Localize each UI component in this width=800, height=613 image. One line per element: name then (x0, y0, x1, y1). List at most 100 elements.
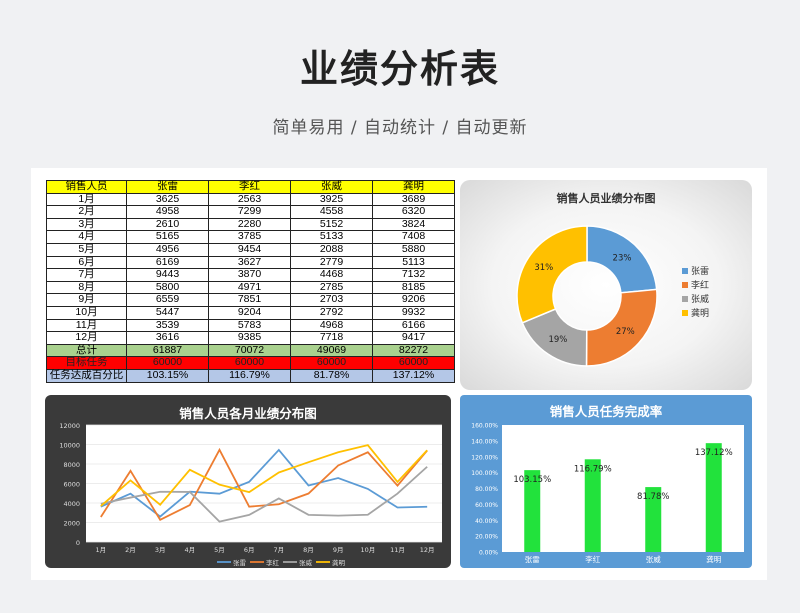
legend-swatch (682, 310, 688, 316)
value-cell[interactable]: 4468 (290, 268, 373, 282)
value-cell[interactable]: 2792 (290, 305, 373, 320)
value-cell[interactable]: 5133 (290, 230, 373, 244)
value-cell[interactable]: 3627 (208, 255, 291, 270)
table-header-row: 销售人员 张雷 李红 张威 龚明 (46, 180, 455, 194)
value-cell[interactable]: 龚明 (372, 180, 455, 194)
value-cell[interactable]: 2088 (290, 242, 373, 257)
value-cell[interactable]: 张威 (290, 180, 373, 194)
row-label-cell[interactable]: 12月 (46, 331, 127, 345)
value-cell[interactable]: 4956 (126, 242, 209, 257)
value-cell[interactable]: 6320 (372, 205, 455, 219)
value-cell[interactable]: 9443 (126, 268, 209, 282)
row-label-cell[interactable]: 4月 (46, 230, 127, 244)
value-cell[interactable]: 3870 (208, 268, 291, 282)
value-cell[interactable]: 李红 (208, 180, 291, 194)
row-label-cell[interactable]: 9月 (46, 293, 127, 307)
value-cell[interactable]: 9932 (372, 305, 455, 320)
value-cell[interactable]: 5165 (126, 230, 209, 244)
bar-chart-panel[interactable]: 销售人员任务完成率 0.00% 20.00% 40.00% 60.00% 80.00% 1… (460, 395, 752, 568)
value-cell[interactable]: 2563 (208, 192, 291, 207)
value-cell[interactable]: 70072 (208, 343, 291, 358)
value-cell[interactable]: 张雷 (126, 180, 209, 194)
value-cell[interactable]: 60000 (372, 356, 455, 370)
value-cell[interactable]: 60000 (208, 356, 291, 370)
value-cell[interactable]: 3616 (126, 331, 209, 345)
value-cell[interactable]: 2610 (126, 217, 209, 232)
y-tick-label: 10000 (59, 442, 80, 450)
x-tick-label: 11月 (390, 546, 405, 554)
row-label-cell[interactable]: 11月 (46, 318, 127, 333)
value-cell[interactable]: 6169 (126, 255, 209, 270)
value-cell[interactable]: 6166 (372, 318, 455, 333)
table-row: 3月 2610 2280 5152 3824 (46, 217, 455, 232)
row-label-cell[interactable]: 任务达成百分比 (46, 368, 127, 383)
row-label-cell[interactable]: 8月 (46, 280, 127, 295)
value-cell[interactable]: 4968 (290, 318, 373, 333)
value-cell[interactable]: 5783 (208, 318, 291, 333)
value-cell[interactable]: 3689 (372, 192, 455, 207)
value-cell[interactable]: 5880 (372, 242, 455, 257)
value-cell[interactable]: 9385 (208, 331, 291, 345)
value-cell[interactable]: 2703 (290, 293, 373, 307)
row-label-cell[interactable]: 总计 (46, 343, 127, 358)
row-label-cell[interactable]: 3月 (46, 217, 127, 232)
value-cell[interactable]: 61887 (126, 343, 209, 358)
row-label-cell[interactable]: 1月 (46, 192, 127, 207)
value-cell[interactable]: 7718 (290, 331, 373, 345)
value-cell[interactable]: 82272 (372, 343, 455, 358)
value-cell[interactable]: 9417 (372, 331, 455, 345)
page-subtitle: 简单易用 / 自动统计 / 自动更新 (272, 118, 528, 138)
value-cell[interactable]: 4558 (290, 205, 373, 219)
page-title: 业绩分析表 (299, 47, 500, 91)
row-label-cell[interactable]: 5月 (46, 242, 127, 257)
target-row: 目标任务 60000 60000 60000 60000 (46, 356, 455, 370)
value-cell[interactable]: 7299 (208, 205, 291, 219)
value-cell[interactable]: 3925 (290, 192, 373, 207)
value-cell[interactable]: 3824 (372, 217, 455, 232)
x-tick-label: 4月 (185, 546, 196, 554)
value-cell[interactable]: 5113 (372, 255, 455, 270)
row-label-cell[interactable]: 10月 (46, 305, 127, 320)
value-cell[interactable]: 6559 (126, 293, 209, 307)
value-cell[interactable]: 49069 (290, 343, 373, 358)
value-cell[interactable]: 7851 (208, 293, 291, 307)
value-cell[interactable]: 9454 (208, 242, 291, 257)
value-cell[interactable]: 9204 (208, 305, 291, 320)
line-chart-panel[interactable]: 销售人员各月业绩分布图 0 2000 4000 6000 8000 10000 12000 1… (45, 395, 451, 568)
y-tick-label: 12000 (59, 422, 80, 430)
x-tick-label: 龚明 (706, 554, 721, 564)
x-tick-label: 7月 (274, 546, 285, 554)
pie-slice-label: 31% (534, 263, 553, 273)
value-cell[interactable]: 60000 (290, 356, 373, 370)
value-cell[interactable]: 4958 (126, 205, 209, 219)
value-cell[interactable]: 4971 (208, 280, 291, 295)
table-row: 12月 3616 9385 7718 9417 (46, 331, 455, 345)
value-cell[interactable]: 116.79% (208, 368, 291, 383)
value-cell[interactable]: 103.15% (126, 368, 209, 383)
value-cell[interactable]: 2280 (208, 217, 291, 232)
value-cell[interactable]: 2779 (290, 255, 373, 270)
row-label-cell[interactable]: 销售人员 (46, 180, 127, 194)
legend-swatch (682, 296, 688, 302)
value-cell[interactable]: 81.78% (290, 368, 373, 383)
row-label-cell[interactable]: 7月 (46, 268, 127, 282)
value-cell[interactable]: 5447 (126, 305, 209, 320)
value-cell[interactable]: 60000 (126, 356, 209, 370)
value-cell[interactable]: 137.12% (372, 368, 455, 383)
value-cell[interactable]: 3785 (208, 230, 291, 244)
value-cell[interactable]: 2785 (290, 280, 373, 295)
row-label-cell[interactable]: 目标任务 (46, 356, 127, 370)
value-cell[interactable]: 7132 (372, 268, 455, 282)
pie-chart-panel[interactable]: 销售人员业绩分布图 23% 27% 19% 31% 张雷 李红 张威 龚明 (460, 180, 752, 390)
row-label-cell[interactable]: 6月 (46, 255, 127, 270)
value-cell[interactable]: 8185 (372, 280, 455, 295)
value-cell[interactable]: 7408 (372, 230, 455, 244)
value-cell[interactable]: 3625 (126, 192, 209, 207)
spreadsheet-sheet: 销售人员 张雷 李红 张威 龚明 1月 3625 2563 3925 3689 2月 4958 7299… (31, 168, 767, 580)
value-cell[interactable]: 3539 (126, 318, 209, 333)
pie-slice-label: 23% (613, 254, 632, 264)
value-cell[interactable]: 5152 (290, 217, 373, 232)
value-cell[interactable]: 9206 (372, 293, 455, 307)
row-label-cell[interactable]: 2月 (46, 205, 127, 219)
value-cell[interactable]: 5800 (126, 280, 209, 295)
